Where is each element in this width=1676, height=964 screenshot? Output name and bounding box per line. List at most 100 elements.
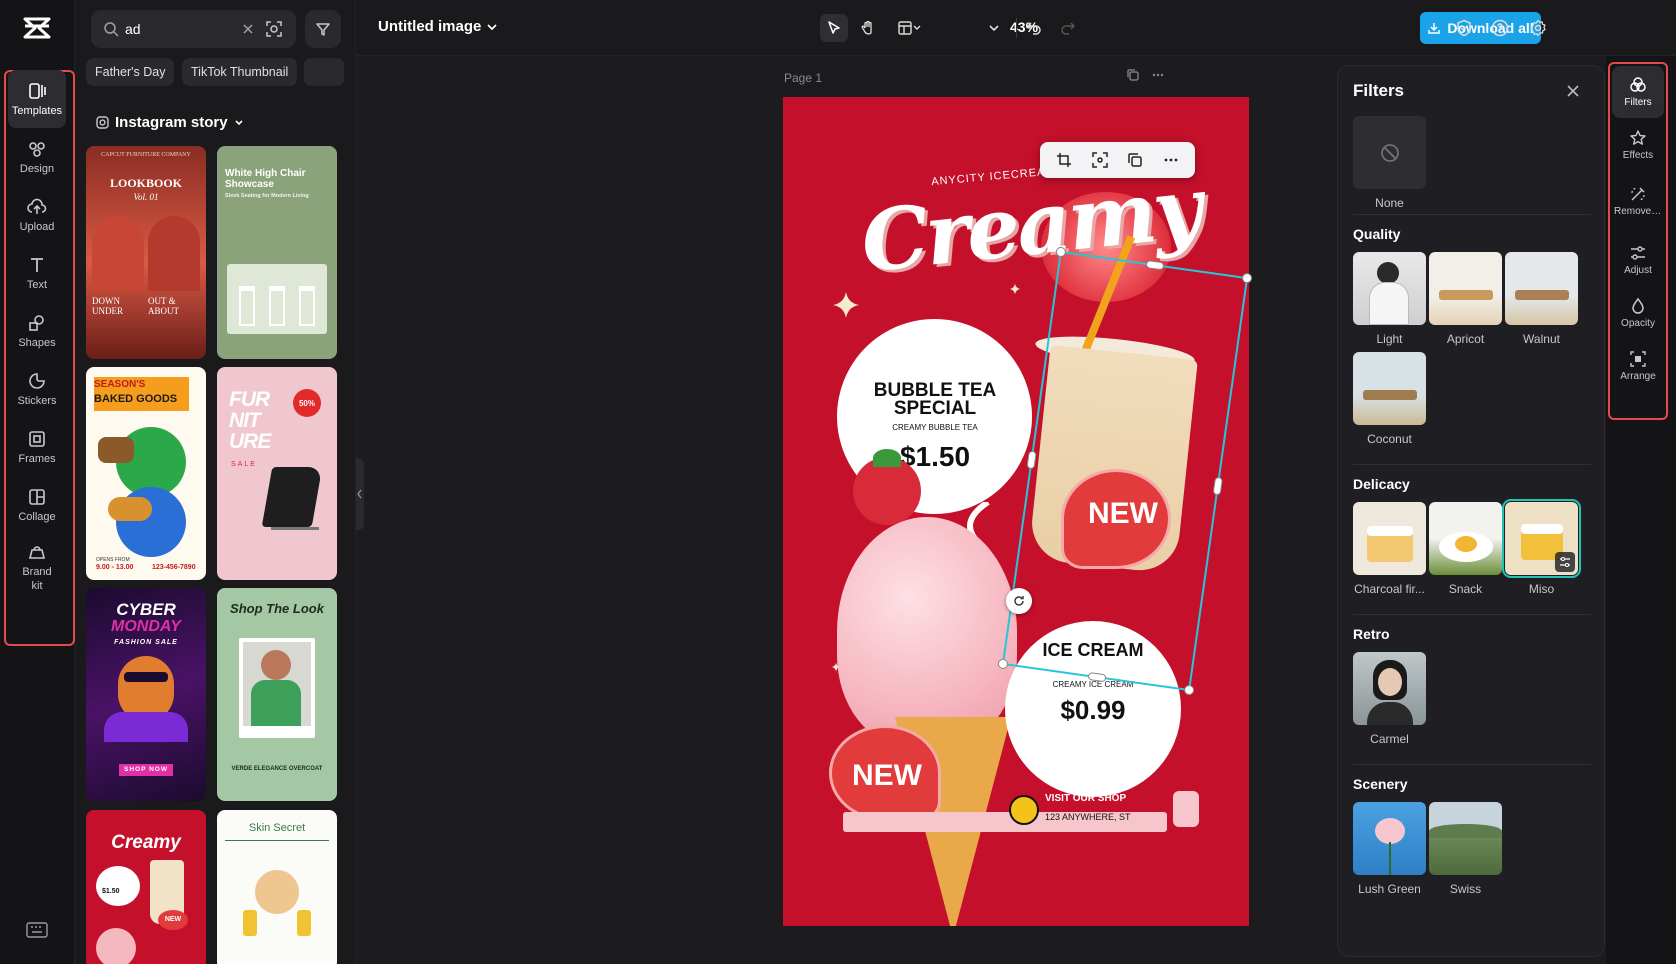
page-more-icon[interactable] — [1151, 68, 1165, 82]
resize-handle[interactable] — [1026, 450, 1037, 470]
thumb-text: OPENS FROM — [96, 557, 130, 563]
layout-icon — [898, 21, 921, 35]
scan-icon[interactable] — [1091, 152, 1108, 168]
filter-thumb — [1505, 252, 1578, 325]
hand-icon — [861, 20, 872, 35]
clear-icon[interactable] — [241, 22, 255, 36]
filter-none[interactable]: None — [1353, 116, 1426, 210]
duplicate-page-icon[interactable] — [1126, 68, 1140, 82]
thumb-text: Vol. 01 — [133, 192, 159, 202]
select-tool-button[interactable] — [820, 14, 848, 42]
image-search-icon[interactable] — [265, 20, 283, 38]
rail-item-brand-kit[interactable]: Brand kit — [8, 534, 66, 600]
rail-label: Arrange — [1620, 371, 1656, 382]
keyboard-shortcuts-icon[interactable] — [26, 922, 48, 938]
resize-handle[interactable] — [1055, 246, 1067, 258]
layout-dropdown[interactable] — [892, 14, 928, 42]
chevron-down-icon[interactable] — [486, 21, 498, 33]
chip-more[interactable] — [304, 58, 344, 86]
template-thumb-lookbook[interactable]: CAPCUT FURNITURE COMPANY LOOKBOOK Vol. 0… — [86, 146, 206, 359]
filter-thumb — [1353, 802, 1426, 875]
duplicate-icon[interactable] — [1127, 152, 1143, 168]
section-dropdown[interactable]: Instagram story — [96, 114, 244, 131]
resize-handle[interactable] — [1145, 259, 1165, 271]
canvas-area[interactable]: Page 1 ANYCITY ICECREAM SHOP Creamy BUBB… — [356, 56, 1337, 964]
rail-item-collage[interactable]: Collage — [8, 476, 66, 534]
template-thumb-creamy[interactable]: Creamy $1.50 NEW — [86, 810, 206, 964]
rail-label: Opacity — [1621, 318, 1655, 329]
rail-label: Frames — [18, 452, 56, 465]
resize-handle[interactable] — [1241, 272, 1253, 284]
filter-apricot[interactable]: Apricot — [1429, 252, 1502, 346]
collapse-panel-handle[interactable] — [356, 458, 364, 530]
close-icon[interactable] — [1565, 83, 1581, 99]
redo-button[interactable] — [1054, 14, 1082, 42]
rotate-handle[interactable] — [1006, 588, 1032, 614]
template-thumb-furniture[interactable]: FUR NIT URE SALE 50% — [217, 367, 337, 580]
template-thumb-cyber-monday[interactable]: CYBER MONDAY FASHION SALE SHOP NOW — [86, 588, 206, 801]
thumbs-up-icon — [1173, 791, 1199, 827]
group-title-scenery: Scenery — [1353, 776, 1408, 792]
filter-carmel[interactable]: Carmel — [1353, 652, 1426, 746]
search-box[interactable] — [91, 10, 296, 48]
rail-item-frames[interactable]: Frames — [8, 418, 66, 476]
rail-label: Text — [26, 278, 48, 291]
search-input[interactable] — [125, 19, 225, 39]
rail-item-text[interactable]: Text — [8, 244, 66, 302]
filter-label: None — [1375, 196, 1404, 210]
filter-label: Light — [1376, 332, 1403, 346]
rail-item-shapes[interactable]: Shapes — [8, 302, 66, 360]
crop-icon[interactable] — [1056, 152, 1072, 168]
template-thumb-skin-secret[interactable]: Skin Secret — [217, 810, 337, 964]
help-button[interactable] — [1486, 14, 1514, 42]
filter-walnut[interactable]: Walnut — [1505, 252, 1578, 346]
filter-label: Walnut — [1523, 332, 1560, 346]
chip-tiktok-thumbnail[interactable]: TikTok Thumbnail — [182, 58, 298, 86]
filter-charcoal-fir[interactable]: Charcoal fir... — [1353, 502, 1426, 596]
smiley-icon — [1009, 795, 1039, 825]
template-thumb-white-chair[interactable]: White High Chair Showcase Sleek Seating … — [217, 146, 337, 359]
thumb-text: Creamy — [111, 832, 181, 853]
rail-item-adjust[interactable]: Adjust — [1612, 234, 1664, 286]
rail-label: Design — [19, 162, 55, 175]
template-thumb-shop-the-look[interactable]: Shop The Look VERDE ELEGANCE OVERCOAT — [217, 588, 337, 801]
rail-item-effects[interactable]: Effects — [1612, 119, 1664, 171]
rail-item-upload[interactable]: Upload — [8, 186, 66, 244]
template-thumb-baked-goods[interactable]: SEASON'S BAKED GOODS OPENS FROM 9.00 - 1… — [86, 367, 206, 580]
filter-lush-green[interactable]: Lush Green — [1353, 802, 1426, 896]
filter-coconut[interactable]: Coconut — [1353, 352, 1426, 446]
rail-item-templates[interactable]: Templates — [8, 70, 66, 128]
settings-button[interactable] — [1524, 14, 1552, 42]
filter-light[interactable]: Light — [1353, 252, 1426, 346]
capcut-logo[interactable] — [22, 14, 52, 42]
filter-snack[interactable]: Snack — [1429, 502, 1502, 596]
thumb-text: Shop The Look — [230, 601, 324, 616]
filter-miso[interactable]: Miso — [1502, 499, 1581, 596]
address: 123 ANYWHERE, ST — [1045, 812, 1131, 822]
rail-item-opacity[interactable]: Opacity — [1612, 287, 1664, 339]
rail-item-design[interactable]: Design — [8, 128, 66, 186]
thumb-text: MONDAY — [111, 618, 181, 635]
rail-item-remove-background[interactable]: Remove backgr... — [1612, 172, 1664, 230]
adjust-filter-button[interactable] — [1555, 552, 1575, 572]
brand-kit-icon — [28, 545, 46, 559]
download-all-button[interactable]: Download all — [1420, 12, 1541, 44]
thumb-text: White High Chair Showcase — [225, 168, 306, 190]
document-title[interactable]: Untitled image — [378, 18, 481, 35]
rail-item-stickers[interactable]: Stickers — [8, 360, 66, 418]
zoom-dropdown[interactable] — [980, 14, 1008, 42]
rail-item-filters[interactable]: Filters — [1612, 66, 1664, 118]
rail-label: Filters — [1624, 97, 1652, 108]
filter-label: Charcoal fir... — [1354, 582, 1425, 596]
divider — [1353, 464, 1591, 465]
more-icon[interactable] — [1163, 152, 1179, 168]
filter-button[interactable] — [305, 10, 341, 48]
rail-item-arrange[interactable]: Arrange — [1612, 340, 1664, 392]
chip-fathers-day[interactable]: Father's Day — [86, 58, 175, 86]
hand-tool-button[interactable] — [854, 14, 882, 42]
left-rail: Templates Design Upload Text Shapes Stic… — [0, 0, 75, 964]
filter-label: Carmel — [1370, 732, 1409, 746]
filter-swiss[interactable]: Swiss — [1429, 802, 1502, 896]
undo-button[interactable] — [1020, 14, 1048, 42]
shield-button[interactable] — [1450, 14, 1478, 42]
